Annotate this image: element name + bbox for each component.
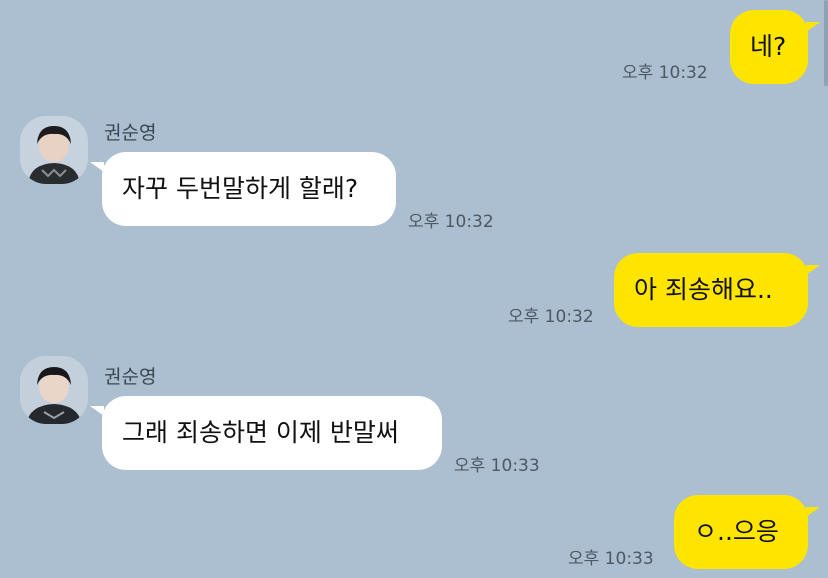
their-message-bubble[interactable]: 자꾸 두번말하게 할래? xyxy=(102,152,396,226)
message-text: 네? xyxy=(750,32,787,61)
bubble-tail xyxy=(806,265,820,275)
my-message-bubble[interactable]: 네? xyxy=(730,10,808,84)
sender-name: 권순영 xyxy=(104,366,157,388)
bubble-tail xyxy=(806,507,820,517)
my-message-bubble[interactable]: ㅇ..으응 xyxy=(674,495,808,569)
message-text: 자꾸 두번말하게 할래? xyxy=(122,174,359,203)
my-message-bubble[interactable]: 아 죄송해요.. xyxy=(614,253,808,327)
scrollbar[interactable] xyxy=(824,0,828,86)
sender-name: 권순영 xyxy=(104,122,157,144)
chat-view[interactable]: 오후 10:32 네? 권순영 자꾸 두번말하게 할래? 오후 10:32 오후… xyxy=(0,0,828,578)
message-text: ㅇ..으응 xyxy=(694,517,779,546)
avatar[interactable] xyxy=(20,356,88,424)
bubble-tail xyxy=(806,22,820,32)
message-timestamp: 오후 10:33 xyxy=(454,456,540,476)
avatar[interactable] xyxy=(20,116,88,184)
message-text: 아 죄송해요.. xyxy=(634,275,773,304)
message-timestamp: 오후 10:32 xyxy=(508,307,594,327)
avatar-image xyxy=(20,356,88,424)
their-message-bubble[interactable]: 그래 죄송하면 이제 반말써 xyxy=(102,396,442,470)
message-timestamp: 오후 10:33 xyxy=(568,549,654,569)
message-text: 그래 죄송하면 이제 반말써 xyxy=(122,418,399,447)
message-timestamp: 오후 10:32 xyxy=(408,212,494,232)
message-timestamp: 오후 10:32 xyxy=(622,63,708,83)
avatar-image xyxy=(20,116,88,184)
